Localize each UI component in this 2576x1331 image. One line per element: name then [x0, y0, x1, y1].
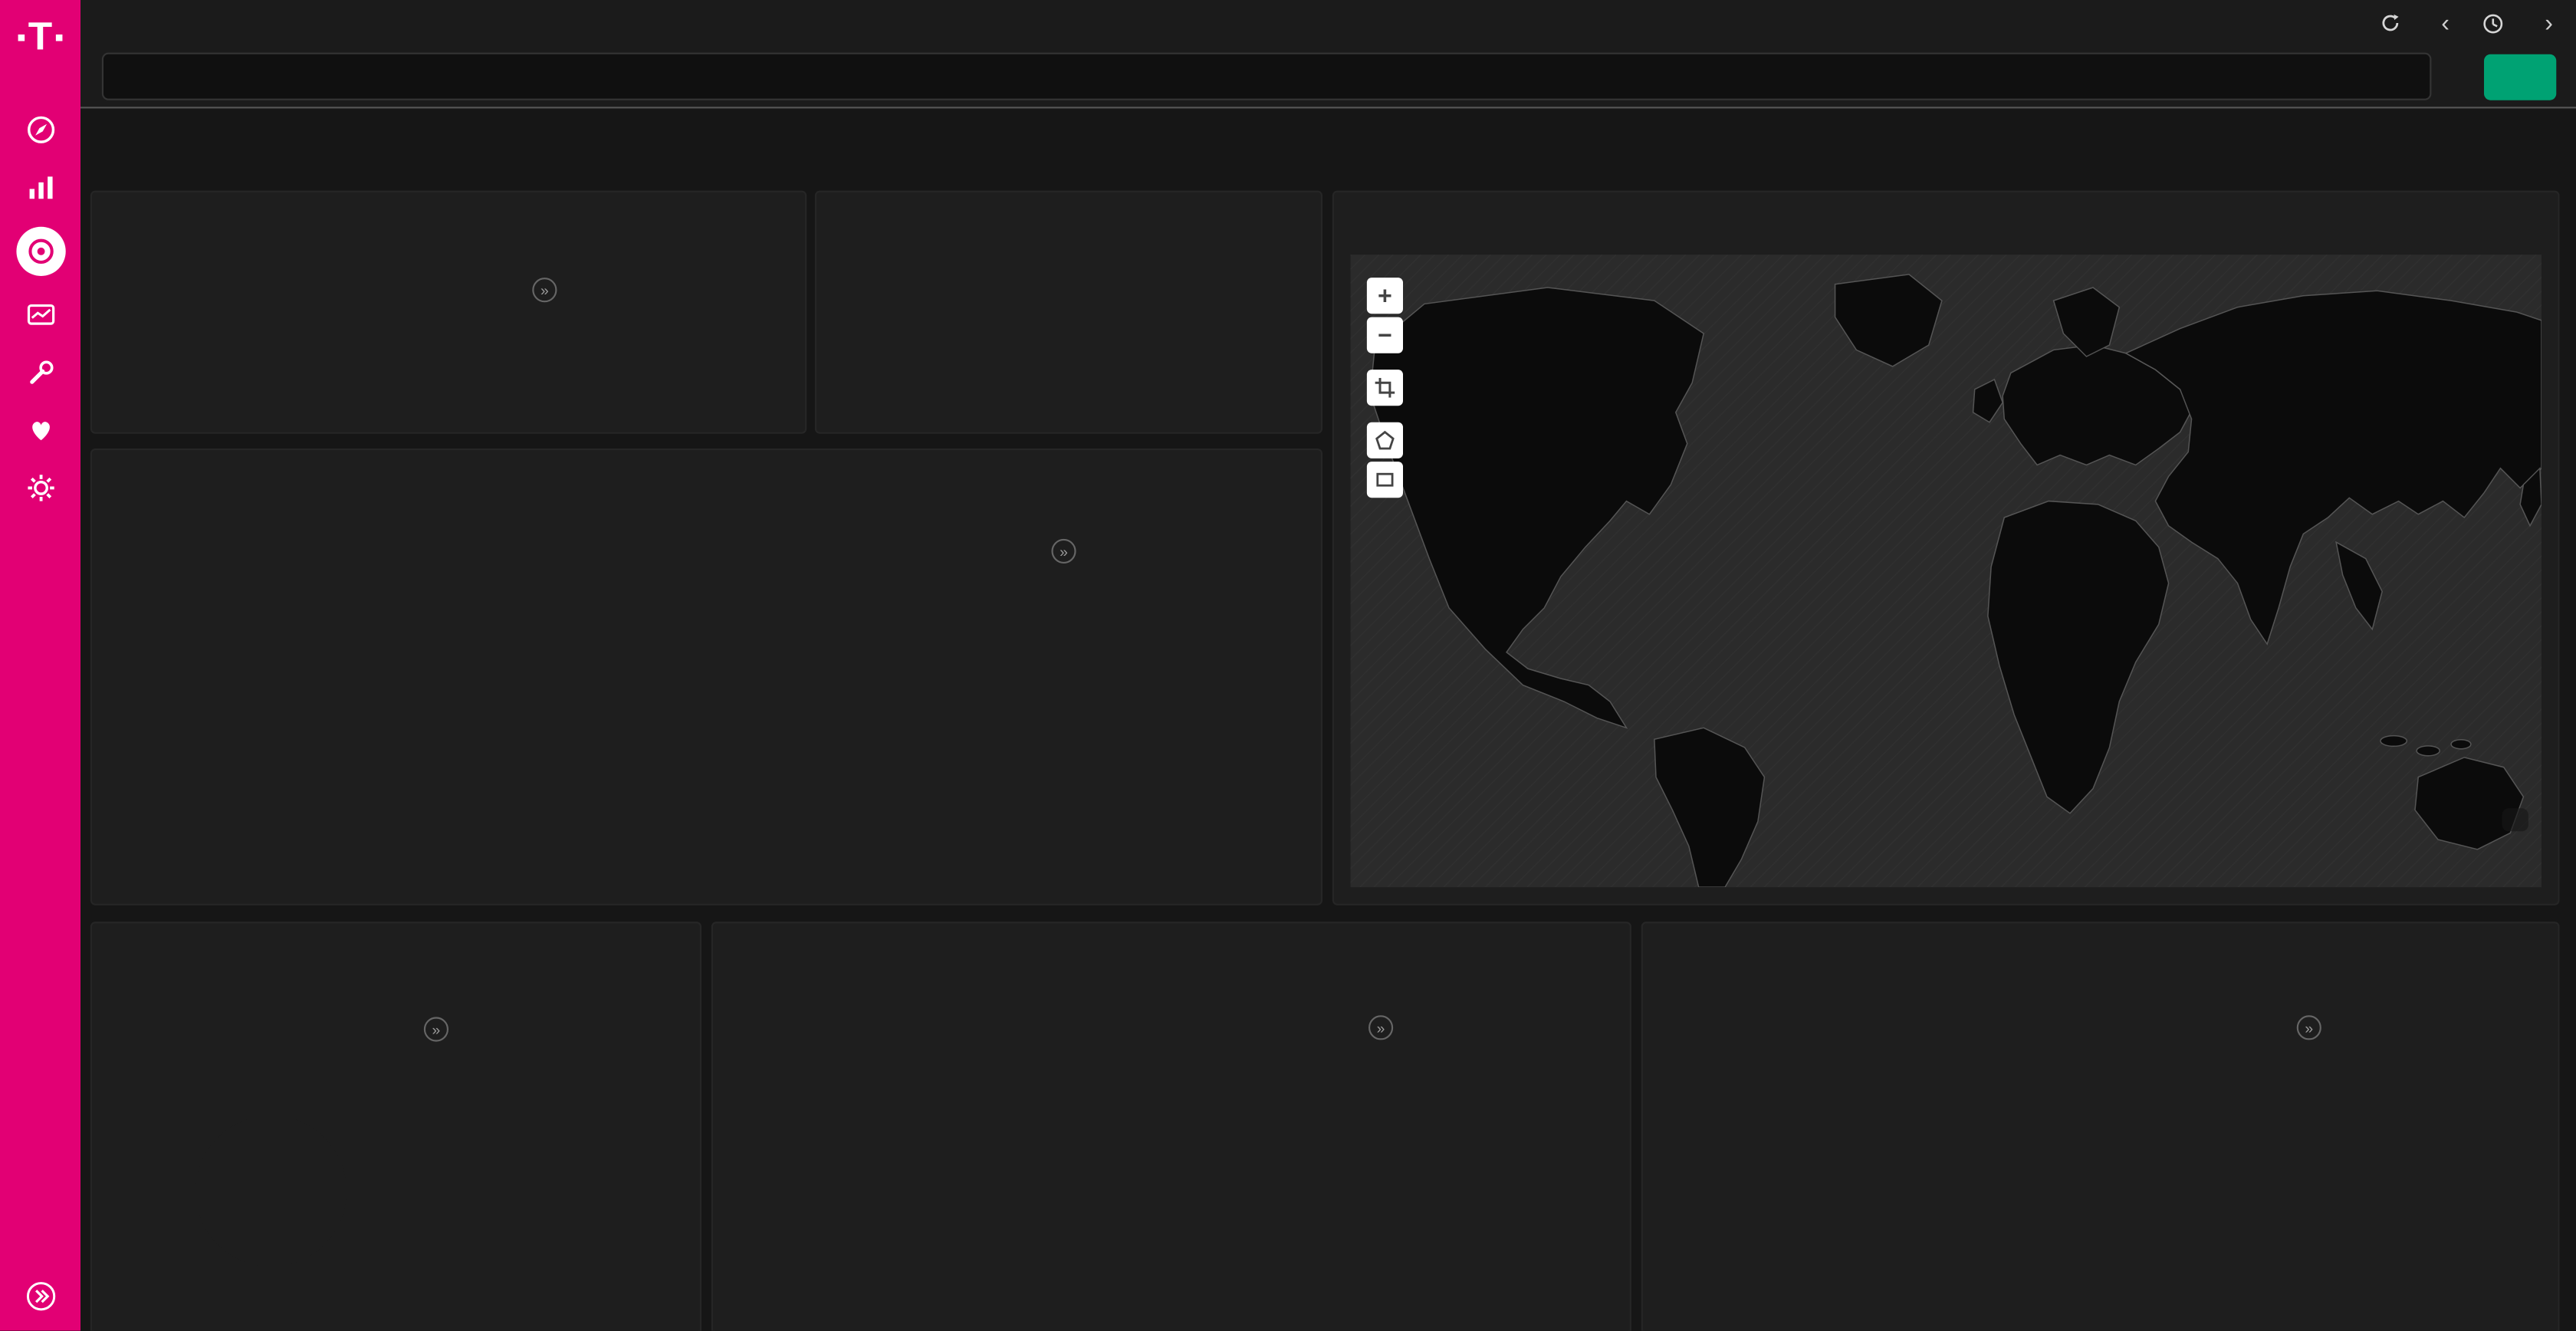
time-back-button[interactable]: ‹: [2441, 11, 2450, 35]
country-histogram-chart[interactable]: [1643, 963, 2294, 1331]
dashboard-icon: [24, 235, 57, 268]
panel-attacks-bar: »: [92, 192, 805, 432]
kibana-dashboard-app: T: [0, 0, 2576, 1331]
app-nav: [12, 112, 68, 506]
panel-attacks-by-port: »: [92, 923, 700, 1330]
sidebar-item-timelion[interactable]: [12, 297, 68, 334]
panel-attacks-by-dest-ports: »: [713, 923, 1630, 1330]
clock-icon: [2482, 12, 2504, 34]
logo-square: [18, 35, 25, 41]
map-legend: [2502, 808, 2528, 831]
sidebar-item-monitoring[interactable]: [12, 412, 68, 449]
attacks-histogram-chart[interactable]: [92, 490, 1071, 901]
breadcrumb: [104, 12, 123, 35]
zoom-in-button[interactable]: +: [1367, 278, 1403, 314]
crop-tool-button[interactable]: [1367, 370, 1403, 406]
time-forward-button[interactable]: ›: [2545, 11, 2553, 35]
rectangle-icon: [1375, 470, 1395, 490]
legend-toggle-button[interactable]: »: [1051, 539, 1076, 564]
rectangle-select-button[interactable]: [1367, 462, 1403, 498]
sidebar-item-visualize[interactable]: [12, 169, 68, 205]
legend-toggle-button[interactable]: »: [532, 278, 557, 302]
logo-square: [55, 35, 62, 41]
compass-icon: [24, 113, 57, 146]
sidebar-item-dev-tools[interactable]: [12, 355, 68, 391]
attacks-bar-chart[interactable]: [102, 248, 549, 412]
collapse-icon: [24, 1280, 57, 1313]
legend-toggle-button[interactable]: »: [1368, 1015, 1393, 1040]
panel-attack-map: + −: [1334, 192, 2558, 904]
heartbeat-icon: [24, 414, 57, 447]
legend-toggle-button[interactable]: »: [424, 1017, 449, 1041]
t-mobile-logo[interactable]: T: [18, 0, 62, 76]
map-canvas[interactable]: + −: [1350, 255, 2542, 887]
time-range-picker[interactable]: [2482, 12, 2512, 34]
sidebar-collapse-button[interactable]: [12, 1278, 68, 1314]
add-filter-link[interactable]: [102, 129, 109, 152]
polygon-icon: [1375, 430, 1395, 450]
sidebar-item-management[interactable]: [12, 470, 68, 506]
polygon-select-button[interactable]: [1367, 422, 1403, 458]
update-button[interactable]: [2484, 54, 2556, 100]
auto-refresh-button[interactable]: [2380, 13, 2408, 33]
filter-bar: [80, 110, 2576, 171]
panel-attacks-metric: [816, 192, 1321, 432]
logo-letter: T: [28, 18, 52, 58]
panel-attacks-histogram: »: [92, 450, 1321, 903]
sidebar-item-dashboard[interactable]: [15, 227, 64, 276]
zoom-out-button[interactable]: −: [1367, 317, 1403, 353]
top-nav-bar: ‹ ›: [80, 0, 2576, 46]
gear-icon: [24, 472, 57, 504]
wrench-icon: [24, 357, 57, 389]
port-donut-chart[interactable]: [140, 1060, 402, 1323]
timelion-icon: [24, 299, 57, 332]
query-bar: [80, 46, 2576, 108]
sidebar-item-discover[interactable]: [12, 112, 68, 148]
legend-toggle-button[interactable]: »: [2297, 1015, 2321, 1040]
crop-icon: [1375, 378, 1395, 398]
world-map[interactable]: [1350, 255, 2542, 887]
donut-hole: [196, 1116, 347, 1267]
bar-chart-icon: [24, 171, 57, 204]
query-input[interactable]: [102, 53, 2432, 100]
sidebar: T: [0, 0, 80, 1331]
dest-ports-histogram-chart[interactable]: [713, 963, 1364, 1331]
map-controls: + −: [1367, 278, 1403, 501]
refresh-icon: [2380, 13, 2400, 33]
panel-attacks-by-country: »: [1643, 923, 2558, 1330]
